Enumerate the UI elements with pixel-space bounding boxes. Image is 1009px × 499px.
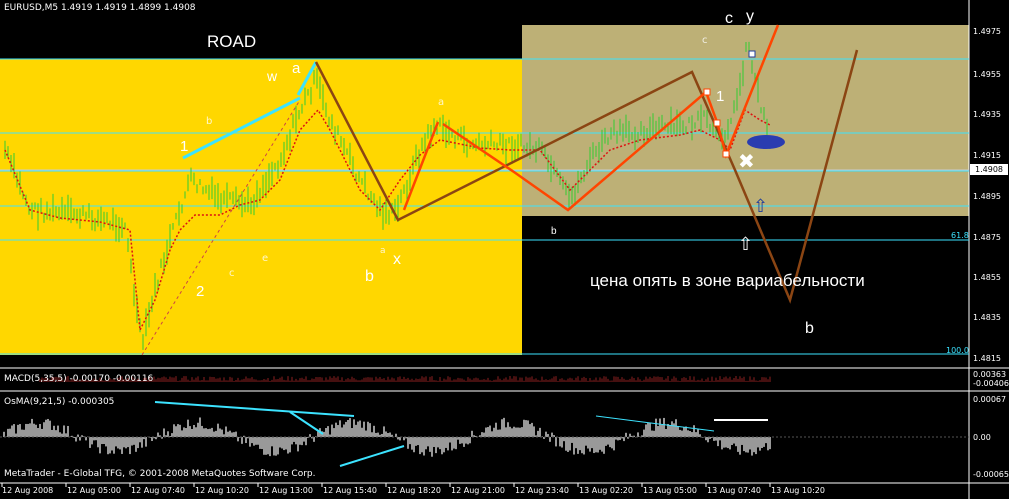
up-arrow-marker-2: ⇧ [738, 234, 753, 255]
wave-label-c: c [725, 10, 733, 27]
macd-tick-bottom: -0.00406 [973, 379, 1009, 388]
macd-label: MACD(5,35,5) -0.00170 -0.00116 [4, 374, 154, 384]
price-tick-7: 1.4855 [973, 273, 1001, 282]
zone-label-road: ROAD [207, 32, 257, 51]
wave-marker-square [703, 88, 711, 96]
wave-label-b-left: b [365, 268, 374, 285]
time-label-5: 12 Aug 15:40 [323, 486, 377, 495]
wave-label-x-left: x [393, 251, 401, 268]
time-label-9: 13 Aug 02:20 [579, 486, 633, 495]
x-cross-marker: ✖ [738, 149, 755, 173]
price-tick-2: 1.4955 [973, 70, 1001, 79]
wave-label-2: 2 [196, 283, 205, 300]
wave-label-1-left: 1 [180, 138, 189, 155]
time-label-1: 12 Aug 05:00 [67, 486, 121, 495]
wave-label-a: a [292, 60, 301, 77]
price-tick-5: 1.4895 [973, 192, 1001, 201]
khaki-zone [522, 25, 969, 216]
faint-label-b: b [206, 116, 213, 127]
annotation-variability: цена опять в зоне вариабельности [590, 271, 865, 290]
faint-label-a2: a [380, 246, 386, 256]
wave-label-w: w [267, 68, 278, 84]
wave-label-b-bottom: b [805, 320, 814, 337]
time-label-2: 12 Aug 07:40 [131, 486, 185, 495]
current-price-label[interactable]: 1.4908 [970, 164, 1008, 175]
time-axis: 12 Aug 2008 12 Aug 05:00 12 Aug 07:40 12… [0, 486, 969, 499]
osma-tick-top: 0.00067 [973, 395, 1007, 404]
price-tick-1: 1.4975 [973, 27, 1001, 36]
time-label-3: 12 Aug 10:20 [195, 486, 249, 495]
time-label-8: 12 Aug 23:40 [515, 486, 569, 495]
fib-level-61-8: 61.8 [951, 231, 969, 240]
chart-header: EURUSD,M5 1.4919 1.4919 1.4899 1.4908 [4, 3, 196, 13]
wave-label-b-mid: b [551, 226, 557, 237]
wave-marker-square-2 [713, 119, 721, 127]
osma-tick-bottom: -0.00065 [973, 470, 1009, 479]
time-label-11: 13 Aug 07:40 [707, 486, 761, 495]
time-label-4: 12 Aug 13:00 [259, 486, 313, 495]
faint-label-a: a [438, 97, 445, 108]
wave-marker-square-4 [748, 50, 756, 58]
time-label-12: 13 Aug 10:20 [771, 486, 825, 495]
time-label-6: 12 Aug 18:20 [387, 486, 441, 495]
price-axis: 1.4975 1.4955 1.4935 1.4915 1.4895 1.487… [973, 0, 1009, 368]
wave-label-y: y [746, 8, 754, 25]
osma-tick-zero: 0.00 [973, 433, 991, 442]
faint-label-e: e [262, 253, 269, 264]
faint-label-c: c [229, 268, 235, 279]
up-arrow-marker: ⇧ [753, 196, 768, 217]
blue-ellipse-marker [747, 135, 785, 149]
time-label-0: 12 Aug 2008 [2, 486, 54, 495]
macd-tick-top: 0.00363 [973, 370, 1007, 379]
chart-window[interactable]: ✖ ⇧ ⇧ [0, 0, 1009, 499]
time-label-7: 12 Aug 21:00 [451, 486, 505, 495]
price-tick-6: 1.4875 [973, 233, 1001, 242]
price-tick-8: 1.4835 [973, 313, 1001, 322]
osma-label: OsMA(9,21,5) -0.000305 [4, 397, 115, 407]
wave-marker-square-3 [722, 150, 730, 158]
wave-label-1-right: 1 [716, 88, 725, 105]
copyright-text: MetaTrader - E-Global TFG, © 2001-2008 M… [4, 469, 316, 479]
price-tick-9: 1.4815 [973, 354, 1001, 363]
price-tick-4: 1.4915 [973, 151, 1001, 160]
time-label-10: 13 Aug 05:00 [643, 486, 697, 495]
price-tick-3: 1.4935 [973, 110, 1001, 119]
faint-label-c2: c [702, 35, 708, 46]
fib-level-100: 100.0 [946, 346, 969, 355]
